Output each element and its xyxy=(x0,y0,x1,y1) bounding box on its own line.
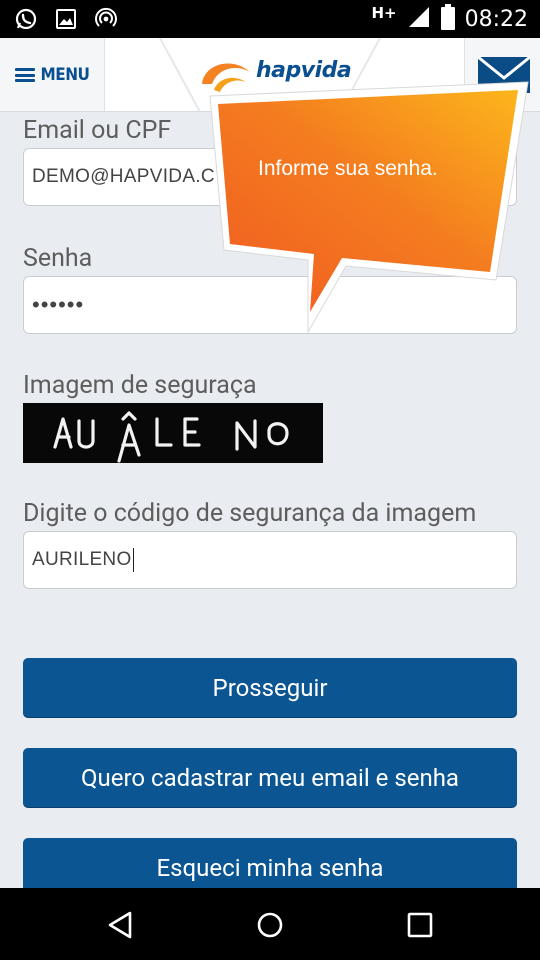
password-tooltip xyxy=(209,81,529,334)
security-code-field[interactable]: AURILENO xyxy=(23,531,517,589)
password-value: •••••• xyxy=(32,292,85,317)
back-icon[interactable] xyxy=(104,908,138,942)
proceed-button[interactable]: Prosseguir xyxy=(23,658,517,717)
email-value: DEMO@HAPVIDA.C xyxy=(32,166,215,187)
security-code-value: AURILENO xyxy=(32,549,132,570)
password-label: Senha xyxy=(23,244,93,273)
whatsapp-icon xyxy=(14,7,38,31)
clock: 08:22 xyxy=(464,6,528,32)
register-button[interactable]: Quero cadastrar meu email e senha xyxy=(23,748,517,807)
network-type: H+ xyxy=(371,4,397,22)
menu-button[interactable]: MENU xyxy=(0,38,105,111)
hotspot-icon xyxy=(94,7,118,31)
recents-icon[interactable] xyxy=(403,908,437,942)
menu-label: MENU xyxy=(40,65,90,85)
status-bar: H+ 08:22 xyxy=(0,0,540,38)
navigation-bar xyxy=(0,888,540,960)
menu-icon xyxy=(14,68,35,82)
signal-icon xyxy=(407,5,431,33)
battery-icon xyxy=(440,4,455,34)
captcha-label: Imagem de seguraça xyxy=(23,371,257,400)
image-icon xyxy=(54,7,78,31)
tooltip-text: Informe sua senha. xyxy=(258,157,438,180)
email-label: Email ou CPF xyxy=(23,116,172,145)
captcha-image xyxy=(23,403,323,463)
text-caret xyxy=(132,548,135,572)
home-icon[interactable] xyxy=(253,908,287,942)
captcha-glyphs xyxy=(53,411,289,463)
code-label: Digite o código de segurança da imagem xyxy=(23,499,477,528)
